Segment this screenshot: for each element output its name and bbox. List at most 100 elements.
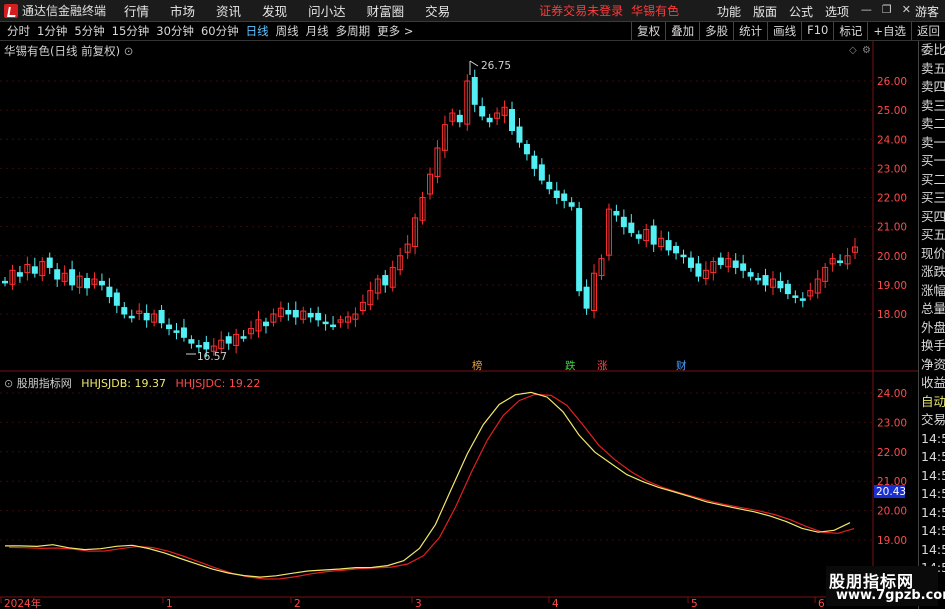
candle-body[interactable]: [509, 109, 516, 132]
candle-body[interactable]: [717, 257, 724, 265]
candle-body[interactable]: [695, 263, 702, 277]
period-30min[interactable]: 30分钟: [156, 23, 194, 39]
period-multi[interactable]: 多周期: [336, 23, 371, 39]
side-item-change[interactable]: 涨跌: [919, 263, 945, 282]
candle-body[interactable]: [382, 275, 389, 286]
candle-body[interactable]: [568, 202, 575, 207]
candle-body[interactable]: [538, 164, 545, 181]
menu-item-trade[interactable]: 交易: [425, 1, 450, 20]
draw-line-button[interactable]: 画线: [767, 22, 801, 40]
indicator-dropdown-icon[interactable]: ⊙: [4, 377, 13, 390]
candle-body[interactable]: [732, 260, 739, 268]
candle-body[interactable]: [486, 117, 493, 123]
period-1min[interactable]: 1分钟: [37, 23, 67, 39]
candle-body[interactable]: [69, 269, 76, 286]
mark-button[interactable]: 标记: [833, 22, 867, 40]
period-more[interactable]: 更多 >: [377, 23, 413, 39]
guest-label[interactable]: 游客: [915, 3, 939, 20]
event-tag-drop[interactable]: 跌: [565, 359, 576, 372]
chart-canvas[interactable]: 26.00 25.00 24.00 23.00 22.00 21.00 20.00 19.00…: [0, 41, 945, 609]
event-tag-finance[interactable]: 财: [676, 359, 687, 372]
candle-body[interactable]: [262, 321, 269, 327]
candle-body[interactable]: [121, 307, 128, 315]
side-item-buy1[interactable]: 买一: [919, 152, 945, 171]
candle-body[interactable]: [673, 245, 680, 254]
menu-item-market[interactable]: 行情: [124, 1, 149, 20]
menu-item-formula[interactable]: 公式: [789, 3, 813, 20]
side-item-sell5[interactable]: 卖五: [919, 60, 945, 79]
side-item-price[interactable]: 现价: [919, 245, 945, 264]
candle-body[interactable]: [531, 155, 538, 169]
candle-body[interactable]: [799, 298, 806, 301]
candle-body[interactable]: [54, 269, 61, 280]
candle-body[interactable]: [166, 324, 173, 330]
candle-body[interactable]: [315, 312, 322, 321]
candle-body[interactable]: [620, 216, 627, 228]
candle-body[interactable]: [292, 310, 299, 318]
candle-body[interactable]: [173, 330, 180, 333]
candle-body[interactable]: [837, 260, 844, 263]
candle-body[interactable]: [613, 210, 620, 216]
candle-body[interactable]: [240, 336, 247, 339]
event-tag-rise[interactable]: 涨: [597, 360, 608, 372]
candle-body[interactable]: [188, 339, 195, 344]
candle-body[interactable]: [680, 254, 687, 258]
candlesticks[interactable]: [2, 69, 858, 357]
side-item-trade[interactable]: 交易: [919, 411, 945, 430]
candle-body[interactable]: [755, 277, 762, 281]
candle-body[interactable]: [307, 312, 314, 318]
candle-body[interactable]: [523, 143, 530, 155]
candle-body[interactable]: [546, 181, 553, 190]
side-item-sell4[interactable]: 卖四: [919, 78, 945, 97]
menu-item-wealth[interactable]: 财富圈: [367, 1, 405, 20]
period-60min[interactable]: 60分钟: [201, 23, 239, 39]
candle-body[interactable]: [106, 286, 113, 298]
side-item-net-assets[interactable]: 净资: [919, 356, 945, 375]
side-item-turnover[interactable]: 换手: [919, 337, 945, 356]
side-item-outer[interactable]: 外盘: [919, 319, 945, 338]
back-button[interactable]: 返回: [911, 22, 945, 40]
f10-button[interactable]: F10: [801, 22, 833, 40]
candle-body[interactable]: [553, 190, 560, 198]
dropdown-circle-icon[interactable]: ⊙: [124, 44, 134, 58]
candle-body[interactable]: [285, 310, 292, 315]
side-item-buy4[interactable]: 买四: [919, 208, 945, 227]
chart-option-diamond-icon[interactable]: ◇: [849, 45, 857, 56]
menu-item-function[interactable]: 功能: [717, 3, 741, 20]
multi-stock-button[interactable]: 多股: [699, 22, 733, 40]
side-item-volume[interactable]: 总量: [919, 300, 945, 319]
candle-body[interactable]: [762, 275, 769, 286]
candle-body[interactable]: [747, 272, 754, 277]
candle-body[interactable]: [516, 126, 523, 143]
candle-body[interactable]: [128, 315, 135, 319]
close-icon[interactable]: ✕: [902, 3, 911, 16]
candle-body[interactable]: [687, 257, 694, 268]
side-item-sell2[interactable]: 卖二: [919, 115, 945, 134]
period-5min[interactable]: 5分钟: [74, 23, 104, 39]
candle-body[interactable]: [471, 77, 478, 105]
candle-body[interactable]: [322, 321, 329, 325]
event-tag-rank[interactable]: 榜: [472, 359, 483, 372]
side-item-buy5[interactable]: 买五: [919, 226, 945, 245]
period-daily[interactable]: 日线: [246, 23, 269, 39]
side-item-buy3[interactable]: 买三: [919, 189, 945, 208]
candle-body[interactable]: [143, 312, 150, 321]
candle-body[interactable]: [635, 234, 642, 239]
overlay-button[interactable]: 叠加: [665, 22, 699, 40]
login-notice[interactable]: 证券交易未登录: [539, 2, 623, 19]
candle-body[interactable]: [158, 310, 165, 324]
restore-icon[interactable]: ❐: [882, 3, 892, 16]
stats-button[interactable]: 统计: [733, 22, 767, 40]
candle-body[interactable]: [2, 280, 8, 284]
candle-body[interactable]: [46, 257, 53, 268]
minimize-icon[interactable]: —: [861, 3, 872, 16]
candle-body[interactable]: [628, 222, 635, 233]
menu-item-options[interactable]: 选项: [825, 3, 849, 20]
candle-body[interactable]: [195, 344, 202, 348]
candle-body[interactable]: [479, 106, 486, 117]
candle-body[interactable]: [777, 280, 784, 289]
menu-item-layout[interactable]: 版面: [753, 3, 777, 20]
add-watchlist-button[interactable]: +自选: [867, 22, 911, 40]
candle-body[interactable]: [665, 240, 672, 251]
candle-body[interactable]: [784, 283, 791, 295]
